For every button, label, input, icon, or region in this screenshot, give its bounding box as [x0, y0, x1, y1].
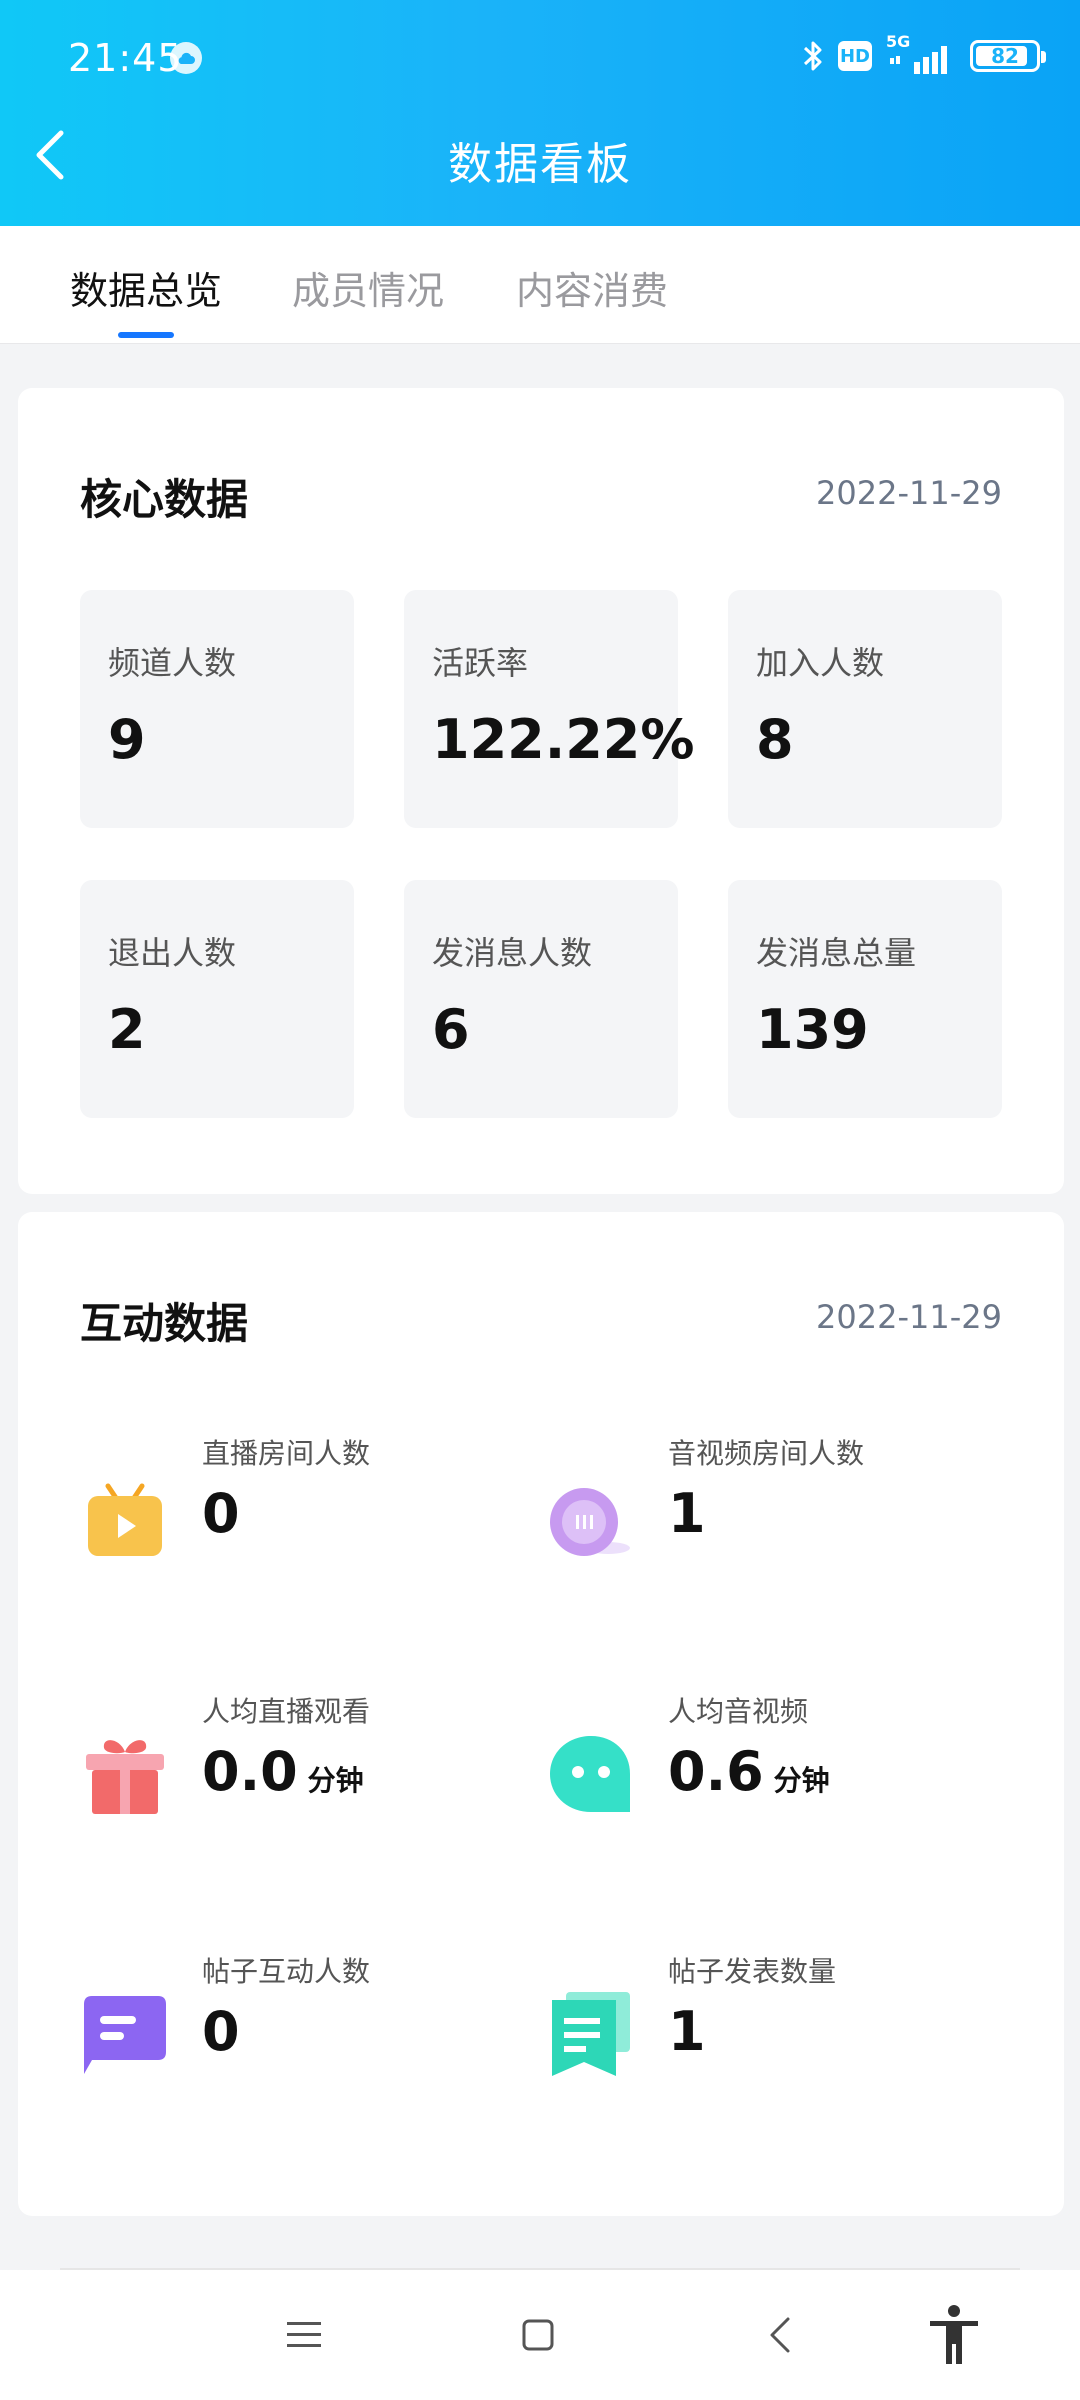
metric-value: 122.22% [432, 708, 695, 771]
stat-unit: 分钟 [307, 1764, 364, 1797]
stat-post-interactors[interactable]: 帖子互动人数 0 [80, 1950, 540, 2100]
core-data-card: 核心数据 2022-11-29 频道人数 9 活跃率 122.22% 加入人数 … [18, 388, 1064, 1194]
stat-label: 人均音视频 [668, 1695, 809, 1728]
stat-value: 1 [668, 2000, 706, 2063]
active-tab-indicator [118, 332, 174, 338]
metric-value: 8 [756, 708, 794, 771]
interaction-data-card: 互动数据 2022-11-29 直播房间人数 0 音视频房间人数 1 人均直播观… [18, 1212, 1064, 2216]
interaction-data-date: 2022-11-29 [816, 1298, 1002, 1336]
stat-posts-published[interactable]: 帖子发表数量 1 [546, 1950, 1006, 2100]
menu-button[interactable] [244, 2270, 364, 2400]
metric-value: 139 [756, 998, 869, 1061]
metric-value: 2 [108, 998, 146, 1061]
status-bar: 21:45 HD 5G 82 [0, 0, 1080, 110]
metric-message-senders[interactable]: 发消息人数 6 [404, 880, 678, 1118]
stat-label: 人均直播观看 [202, 1695, 371, 1728]
status-icons: HD 5G 82 [802, 32, 1046, 78]
stat-avg-av-duration[interactable]: 人均音视频 0.6 分钟 [546, 1690, 1006, 1840]
cloud-notification-icon [170, 42, 202, 74]
voice-room-icon [550, 1488, 630, 1556]
tab-members[interactable]: 成员情况 [292, 260, 444, 315]
stat-live-room-members[interactable]: 直播房间人数 0 [80, 1432, 540, 1582]
nav-back-button[interactable] [720, 2270, 840, 2400]
stat-av-room-members[interactable]: 音视频房间人数 1 [546, 1432, 1006, 1582]
tab-overview[interactable]: 数据总览 [70, 260, 222, 315]
hd-badge: HD [838, 41, 872, 71]
home-button[interactable] [478, 2270, 598, 2400]
chat-bubble-icon [550, 1736, 630, 1812]
battery-level: 82 [991, 44, 1019, 68]
metric-label: 活跃率 [432, 644, 529, 682]
stat-label: 直播房间人数 [202, 1437, 371, 1470]
metric-label: 频道人数 [108, 644, 237, 682]
metric-label: 发消息人数 [432, 934, 593, 972]
stat-value: 1 [668, 1482, 706, 1545]
metric-label: 加入人数 [756, 644, 885, 682]
signal-icon: 5G [886, 32, 956, 76]
stat-avg-live-watch[interactable]: 人均直播观看 0.0 分钟 [80, 1690, 540, 1840]
system-nav-bar [0, 2270, 1080, 2400]
tv-play-icon [88, 1483, 162, 1556]
page-title: 数据看板 [448, 139, 632, 190]
metric-value: 9 [108, 708, 146, 771]
battery-indicator: 82 [970, 40, 1046, 72]
stat-value: 0 [202, 1482, 240, 1545]
menu-icon [287, 2322, 321, 2347]
metric-label: 发消息总量 [756, 934, 917, 972]
document-bookmark-icon [552, 1992, 630, 2076]
post-message-icon [84, 1996, 166, 2074]
stat-label: 音视频房间人数 [668, 1437, 865, 1470]
stat-value: 0.0 分钟 [202, 1740, 364, 1803]
metric-message-total[interactable]: 发消息总量 139 [728, 880, 1002, 1118]
app-header: 21:45 HD 5G 82 数据看板 [0, 0, 1080, 226]
bluetooth-icon [803, 41, 822, 71]
metric-value: 6 [432, 998, 470, 1061]
metric-active-rate[interactable]: 活跃率 122.22% [404, 590, 695, 828]
interaction-data-title: 互动数据 [80, 1299, 249, 1348]
metric-label: 退出人数 [108, 934, 237, 972]
metric-channel-members[interactable]: 频道人数 9 [80, 590, 354, 828]
gift-icon [86, 1740, 164, 1814]
metric-joined[interactable]: 加入人数 8 [728, 590, 1002, 828]
accessibility-button[interactable] [894, 2270, 1014, 2400]
home-square-icon [522, 2319, 554, 2351]
accessibility-icon [930, 2305, 978, 2364]
stat-label: 帖子互动人数 [202, 1955, 371, 1988]
tab-content-consumption[interactable]: 内容消费 [516, 260, 668, 315]
core-data-title: 核心数据 [80, 475, 249, 524]
status-time: 21:45 [68, 36, 183, 80]
stat-value: 0 [202, 2000, 240, 2063]
tab-bar: 数据总览 成员情况 内容消费 [0, 226, 1080, 344]
stat-unit: 分钟 [773, 1764, 830, 1797]
metric-left[interactable]: 退出人数 2 [80, 880, 354, 1118]
back-chevron-icon [770, 2317, 790, 2353]
stat-label: 帖子发表数量 [668, 1955, 837, 1988]
core-data-date: 2022-11-29 [816, 474, 1002, 512]
stat-value: 0.6 分钟 [668, 1740, 830, 1803]
